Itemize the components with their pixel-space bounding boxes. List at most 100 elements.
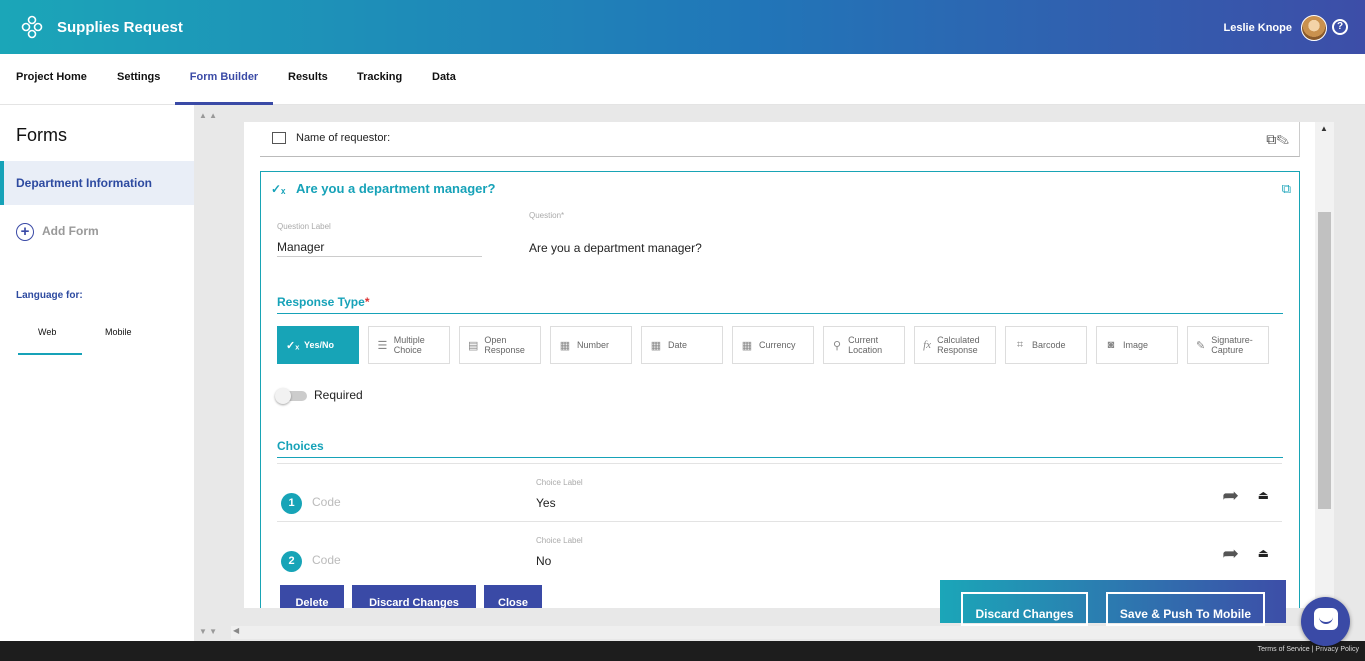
choice-row: 2 Code Choice Label No ➦ ⏏ [277, 521, 1282, 579]
sidebar-item-department-information[interactable]: Department Information [0, 161, 194, 205]
yes-no-icon: ✓ₓ [286, 339, 300, 352]
choice-label-input[interactable]: No [536, 554, 551, 568]
response-type-label: Number [577, 340, 610, 350]
scroll-up-icon[interactable]: ▲ [1320, 124, 1328, 133]
plus-circle-icon: + [16, 223, 34, 241]
language-tab-mobile[interactable]: Mobile [105, 327, 132, 337]
pen-icon: ✎ [1196, 339, 1206, 352]
response-type-number[interactable]: ▦ Number [550, 326, 632, 364]
form-builder-canvas: Name of requestor: ⧉✎ ✓ₓ Are you a depar… [244, 122, 1315, 608]
question-row[interactable]: Name of requestor: ⧉✎ [260, 122, 1300, 157]
response-type-multiple-choice[interactable]: ☰ Multiple Choice [368, 326, 450, 364]
terms-link[interactable]: Terms of Service [1258, 646, 1310, 653]
user-name[interactable]: Leslie Knope [1224, 22, 1292, 34]
move-up-icon[interactable]: ⏏ [1258, 488, 1269, 502]
choice-label-caption: Choice Label [536, 478, 583, 487]
response-type-label: Image [1123, 340, 1149, 350]
tab-tracking[interactable]: Tracking [357, 54, 402, 105]
text-field-icon [272, 132, 286, 144]
copy-icon[interactable]: ⧉ [1282, 181, 1291, 197]
choice-label-input[interactable]: Yes [536, 496, 556, 510]
scroll-up-arrows-icon[interactable]: ▲ ▲ [199, 111, 217, 120]
tab-results[interactable]: Results [288, 54, 328, 105]
location-pin-icon: ⚲ [833, 339, 842, 352]
discard-changes-button[interactable]: Discard Changes [352, 585, 476, 608]
response-type-label: Currency [759, 340, 796, 350]
response-type-yes-no[interactable]: ✓ₓ Yes/No [277, 326, 359, 364]
footer-separator: | [1311, 646, 1314, 653]
choices-divider [277, 457, 1283, 458]
question-label-underline [277, 256, 482, 257]
question-caption: Question* [529, 211, 565, 220]
question-text-input[interactable]: Are you a department manager? [529, 241, 702, 255]
footer-links: Terms of Service | Privacy Policy [1258, 646, 1359, 653]
tab-form-builder[interactable]: Form Builder [175, 54, 273, 105]
app-logo-icon[interactable] [21, 15, 43, 39]
camera-icon: ◙ [1107, 339, 1115, 351]
calculator-icon: ▦ [559, 339, 571, 352]
scrollbar-thumb[interactable] [1318, 212, 1331, 509]
required-toggle[interactable] [275, 388, 307, 404]
footer: Terms of Service | Privacy Policy [0, 641, 1365, 661]
tab-settings[interactable]: Settings [117, 54, 160, 105]
app-title: Supplies Request [57, 19, 183, 36]
choice-code-input[interactable]: Code [312, 553, 341, 567]
response-type-label: Signature-Capture [1211, 335, 1253, 355]
question-editor-card: ✓ₓ Are you a department manager? ⧉ Quest… [260, 171, 1300, 608]
response-type-barcode[interactable]: ⌗ Barcode [1005, 326, 1087, 364]
required-label: Required [314, 388, 363, 402]
response-type-divider [277, 313, 1283, 314]
scroll-left-icon[interactable]: ◀ [233, 626, 239, 635]
language-tab-web[interactable]: Web [38, 327, 56, 337]
sidebar: Forms Department Information + Add Form L… [0, 105, 194, 641]
copy-edit-icon[interactable]: ⧉✎ [1266, 131, 1289, 148]
response-type-label: Multiple Choice [393, 335, 425, 355]
vertical-scrollbar[interactable]: ▲ [1315, 122, 1334, 608]
language-tab-indicator [18, 353, 82, 355]
skip-logic-arrow-icon[interactable]: ➦ [1222, 541, 1239, 566]
response-type-current-location[interactable]: ⚲ Current Location [823, 326, 905, 364]
fx-icon: fx [923, 339, 932, 351]
scroll-down-arrows-icon[interactable]: ▼ ▼ [199, 627, 217, 636]
delete-button[interactable]: Delete [280, 585, 344, 608]
add-form-label: Add Form [42, 224, 99, 239]
privacy-link[interactable]: Privacy Policy [1315, 646, 1359, 653]
choice-label-caption: Choice Label [536, 536, 583, 545]
choice-number: 2 [281, 551, 302, 572]
response-type-date[interactable]: ▦ Date [641, 326, 723, 364]
required-asterisk: * [364, 295, 370, 309]
avatar[interactable] [1301, 15, 1327, 41]
tab-project-home[interactable]: Project Home [16, 54, 87, 105]
move-up-icon[interactable]: ⏏ [1258, 546, 1269, 560]
required-toggle-knob [275, 388, 291, 404]
add-form-button[interactable]: + Add Form [16, 223, 99, 241]
response-type-image[interactable]: ◙ Image [1096, 326, 1178, 364]
help-icon[interactable]: ? [1332, 19, 1348, 35]
response-type-label: Date [668, 340, 688, 350]
save-push-to-mobile-button[interactable]: Save & Push To Mobile [1106, 592, 1265, 626]
response-type-open-response[interactable]: ▤ Open Response [459, 326, 541, 364]
question-label-input[interactable]: Manager [277, 240, 324, 254]
tab-data[interactable]: Data [432, 54, 456, 105]
chat-bubble-icon [1314, 608, 1338, 630]
floating-action-bar: Discard Changes Save & Push To Mobile [940, 580, 1286, 626]
chat-smile [1319, 617, 1333, 624]
response-type-signature-capture[interactable]: ✎ Signature-Capture [1187, 326, 1269, 364]
discard-changes-floating-button[interactable]: Discard Changes [961, 592, 1088, 626]
text-box-icon: ▤ [468, 339, 479, 352]
list-icon: ☰ [377, 339, 388, 352]
response-type-calculated-response[interactable]: fx Calculated Response [914, 326, 996, 364]
response-type-label: Barcode [1032, 340, 1066, 350]
calculator-icon: ▦ [741, 339, 753, 352]
forms-heading: Forms [16, 125, 67, 145]
question-label-caption: Question Label [277, 222, 331, 231]
horizontal-scrollbar[interactable]: ◀ [231, 626, 1315, 639]
choice-code-input[interactable]: Code [312, 495, 341, 509]
chat-launcher-icon[interactable] [1301, 597, 1350, 646]
response-type-currency[interactable]: ▦ Currency [732, 326, 814, 364]
main-nav: Project Home Settings Form Builder Resul… [0, 54, 1365, 105]
choices-heading: Choices [277, 439, 324, 453]
close-button[interactable]: Close [484, 585, 542, 608]
response-type-heading: Response Type* [277, 295, 369, 309]
skip-logic-arrow-icon[interactable]: ➦ [1222, 483, 1239, 508]
